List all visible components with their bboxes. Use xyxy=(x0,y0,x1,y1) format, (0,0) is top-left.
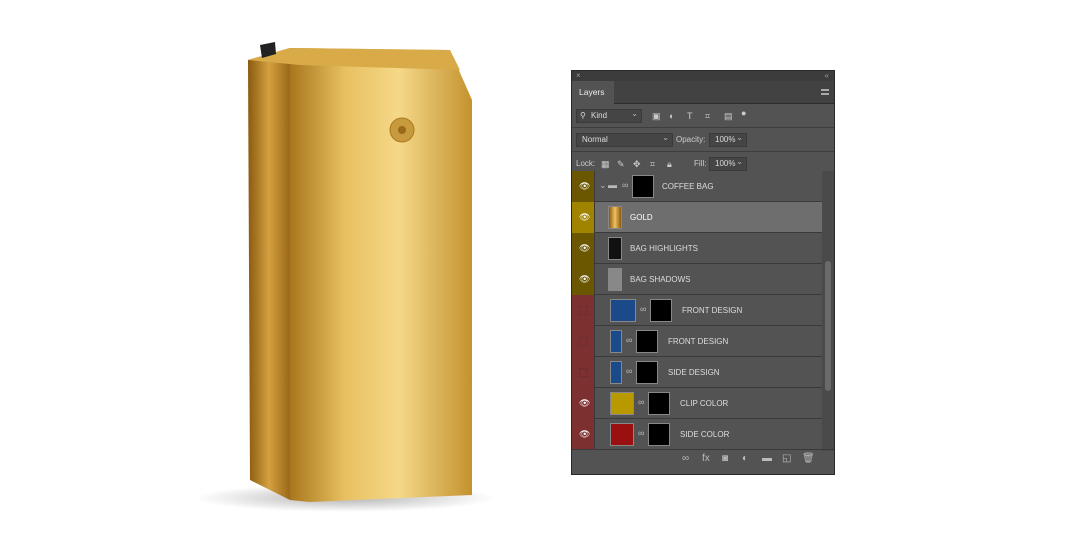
layer-row[interactable]: ∞ FRONT DESIGN xyxy=(572,295,824,326)
scrollbar[interactable] xyxy=(822,171,834,451)
layer-name: GOLD xyxy=(630,213,653,222)
gold-coffee-bag-image xyxy=(195,42,495,512)
link-icon: ∞ xyxy=(638,428,645,438)
visibility-toggle[interactable] xyxy=(572,326,595,357)
layer-thumbnail xyxy=(608,237,622,260)
layers-list: 👁︎ ⌄ ▬ ∞ COFFEE BAG 👁︎ GOLD 👁︎ BAG HIGHLIGHTS 👁︎ B… xyxy=(572,171,824,450)
shape-filter-icon[interactable]: ⌗ xyxy=(705,109,710,123)
layer-thumbnail xyxy=(608,268,622,291)
layer-row[interactable]: 👁︎ BAG SHADOWS xyxy=(572,264,824,295)
folder-icon[interactable]: ▬ xyxy=(762,453,772,464)
lock-transparent-icon[interactable]: ▦ xyxy=(601,157,610,171)
adjustment-icon[interactable]: ◐ xyxy=(742,453,748,464)
tab-layers[interactable]: Layers xyxy=(572,81,614,104)
visibility-toggle[interactable] xyxy=(572,295,595,326)
visibility-toggle[interactable]: 👁︎ xyxy=(572,202,595,233)
link-icon: ∞ xyxy=(638,397,645,407)
layer-name: BAG SHADOWS xyxy=(630,275,691,284)
visibility-toggle[interactable]: 👁︎ xyxy=(572,171,595,202)
layer-row[interactable]: 👁︎ ⌄ ▬ ∞ COFFEE BAG xyxy=(572,171,824,202)
layers-panel: × « Layers ⚲ Kind ▣ ◐ T ⌗ ▤ ● Normal Opaci… xyxy=(571,70,835,475)
mask-thumbnail xyxy=(636,330,658,353)
eye-icon: 👁︎ xyxy=(579,212,591,222)
visibility-toggle[interactable] xyxy=(572,357,595,388)
layer-name: CLIP COLOR xyxy=(680,399,729,408)
hidden-box-icon xyxy=(579,306,588,315)
layer-row[interactable]: 👁︎ GOLD xyxy=(572,202,824,233)
layer-name: SIDE COLOR xyxy=(680,430,730,439)
blend-mode-select[interactable]: Normal xyxy=(576,132,673,147)
opacity-input[interactable]: 100% xyxy=(709,132,747,147)
fill-label: Fill: xyxy=(694,159,707,168)
visibility-toggle[interactable]: 👁︎ xyxy=(572,233,595,264)
scrollbar-thumb[interactable] xyxy=(825,261,831,391)
new-layer-icon[interactable]: ◱ xyxy=(782,453,791,464)
filter-toggle-icon[interactable]: ● xyxy=(741,106,746,120)
layer-thumbnail xyxy=(610,392,634,415)
lock-all-icon[interactable]: 🔒︎ xyxy=(667,157,672,171)
layer-row[interactable]: 👁︎ ∞ CLIP COLOR xyxy=(572,388,824,419)
layer-row[interactable]: ∞ SIDE DESIGN xyxy=(572,357,824,388)
visibility-toggle[interactable]: 👁︎ xyxy=(572,419,595,450)
hidden-box-icon xyxy=(579,368,588,377)
chevron-down-icon[interactable]: ⌄ xyxy=(599,180,607,191)
layer-thumbnail xyxy=(610,423,634,446)
eye-icon: 👁︎ xyxy=(579,274,591,284)
visibility-toggle[interactable]: 👁︎ xyxy=(572,388,595,419)
eye-icon: 👁︎ xyxy=(579,243,591,253)
link-icon[interactable]: ∞ xyxy=(682,453,689,464)
hidden-box-icon xyxy=(579,337,588,346)
fill-input[interactable]: 100% xyxy=(709,156,747,171)
layer-name: FRONT DESIGN xyxy=(668,337,729,346)
link-icon: ∞ xyxy=(640,304,647,314)
lock-paint-icon[interactable]: ✎ xyxy=(617,157,625,171)
layer-name: SIDE DESIGN xyxy=(668,368,720,377)
lock-position-icon[interactable]: ✥ xyxy=(633,157,641,171)
layer-thumbnail xyxy=(610,361,622,384)
link-icon: ∞ xyxy=(626,366,633,376)
filter-kind-select[interactable]: ⚲ Kind xyxy=(576,108,642,123)
lock-artboard-icon[interactable]: ⌗ xyxy=(650,157,655,171)
mask-thumbnail xyxy=(648,392,670,415)
mask-thumbnail xyxy=(636,361,658,384)
lock-label: Lock: xyxy=(576,159,596,168)
layer-name: COFFEE BAG xyxy=(662,182,714,191)
trash-icon[interactable]: 🗑︎ xyxy=(802,453,815,464)
fx-icon[interactable]: fx xyxy=(702,453,710,464)
mask-thumbnail xyxy=(632,175,654,198)
layer-name: BAG HIGHLIGHTS xyxy=(630,244,699,253)
link-icon: ∞ xyxy=(622,180,629,190)
pixel-filter-icon[interactable]: ▣ xyxy=(652,109,661,123)
mask-thumbnail xyxy=(650,299,672,322)
panel-footer: ∞ fx ◙ ◐ ▬ ◱ 🗑︎ xyxy=(572,449,834,467)
link-icon: ∞ xyxy=(626,335,633,345)
search-icon: ⚲ xyxy=(580,111,586,120)
layer-row[interactable]: 👁︎ ∞ SIDE COLOR xyxy=(572,419,824,450)
mask-thumbnail xyxy=(648,423,670,446)
opacity-label: Opacity: xyxy=(676,135,706,144)
panel-menu-icon[interactable] xyxy=(821,89,829,95)
eye-icon: 👁︎ xyxy=(579,429,591,439)
layer-thumbnail xyxy=(608,206,622,229)
eye-icon: 👁︎ xyxy=(579,181,591,191)
visibility-toggle[interactable]: 👁︎ xyxy=(572,264,595,295)
layer-row[interactable]: 👁︎ BAG HIGHLIGHTS xyxy=(572,233,824,264)
folder-icon: ▬ xyxy=(608,180,617,190)
mask-icon[interactable]: ◙ xyxy=(722,453,728,464)
type-filter-icon[interactable]: T xyxy=(687,109,693,123)
layer-row[interactable]: ∞ FRONT DESIGN xyxy=(572,326,824,357)
close-icon[interactable]: × xyxy=(576,71,581,80)
filter-kind-value: Kind xyxy=(591,111,608,120)
layer-thumbnail xyxy=(610,330,622,353)
layer-thumbnail xyxy=(610,299,636,322)
collapse-icon[interactable]: « xyxy=(825,71,829,80)
layer-name: FRONT DESIGN xyxy=(682,306,743,315)
adjustment-filter-icon[interactable]: ◐ xyxy=(669,109,674,123)
eye-icon: 👁︎ xyxy=(579,398,591,408)
smart-object-filter-icon[interactable]: ▤ xyxy=(724,109,733,123)
